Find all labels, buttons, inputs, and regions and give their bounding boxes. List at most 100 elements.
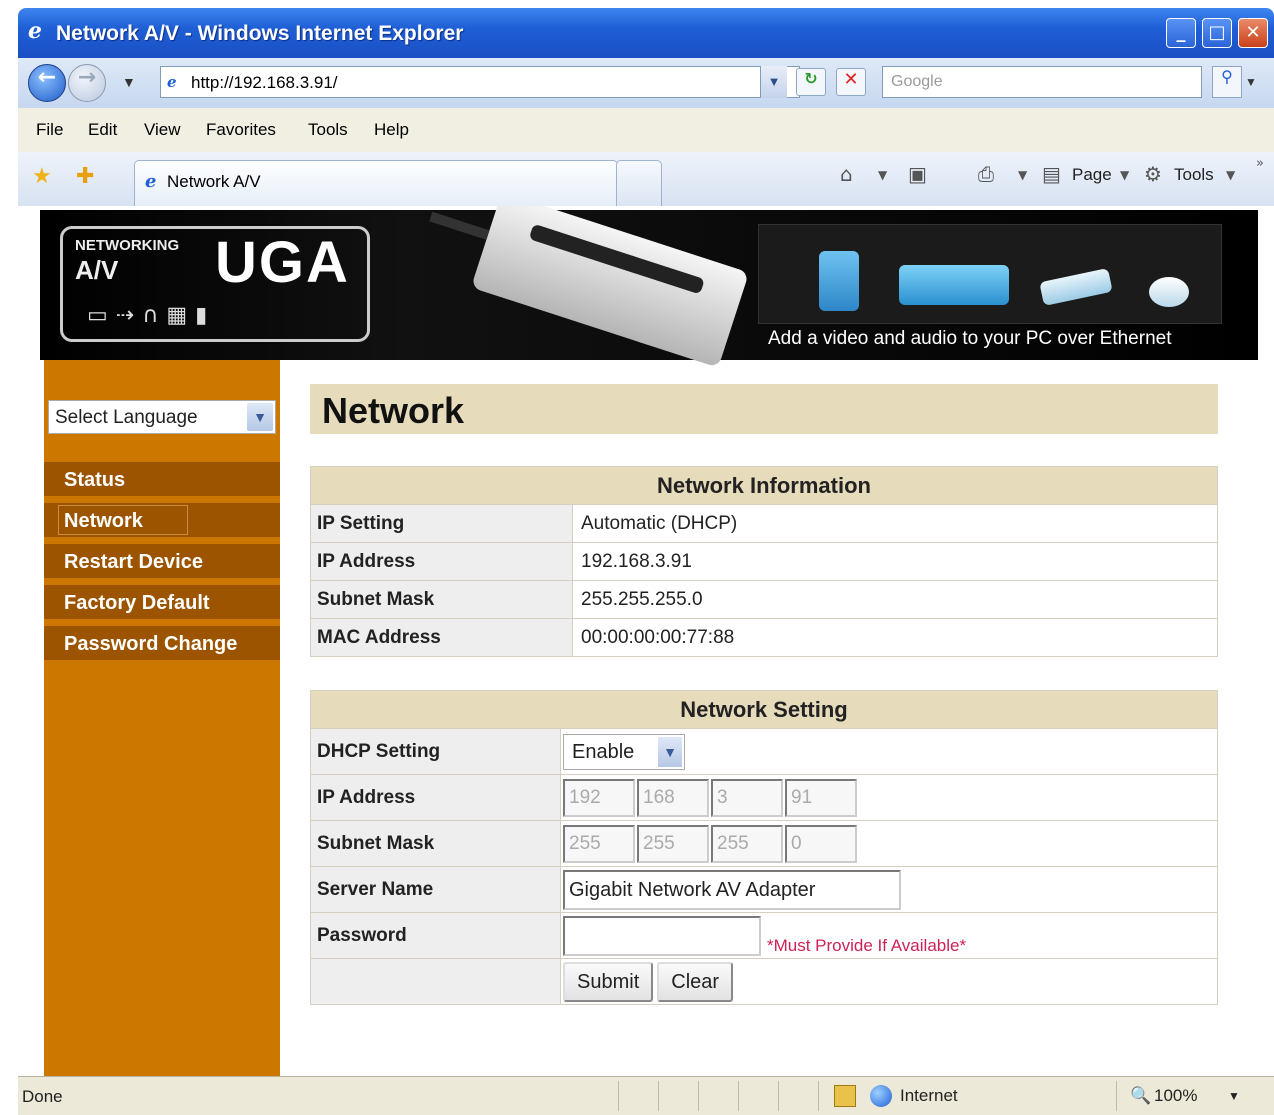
- sidebar-item-restart-device[interactable]: Restart Device: [44, 542, 280, 578]
- favorites-star-icon[interactable]: ★: [32, 164, 52, 189]
- zoom-icon: 🔍: [1130, 1086, 1152, 1105]
- print-icon[interactable]: ⎙: [978, 162, 994, 186]
- network-information-table: Network Information IP Setting Automatic…: [310, 466, 1218, 657]
- sidebar-item-password-change[interactable]: Password Change: [44, 624, 280, 660]
- logo-av-text: A/V: [75, 255, 119, 285]
- close-button[interactable]: ✕: [1238, 18, 1268, 48]
- logo-networking-text: NETWORKING: [75, 237, 180, 254]
- search-options-icon[interactable]: ▼: [1244, 66, 1258, 98]
- internet-globe-icon: [870, 1085, 892, 1107]
- mask-octet-2-field[interactable]: 255: [637, 824, 709, 863]
- table-row: MAC Address 00:00:00:00:77:88: [310, 618, 1218, 657]
- menu-tools[interactable]: Tools: [308, 120, 348, 140]
- speakers-icon: [899, 265, 1009, 305]
- print-dropdown-icon[interactable]: ▼: [1018, 168, 1027, 182]
- search-icon[interactable]: ⚲: [1212, 66, 1242, 98]
- ip-octet-2-field[interactable]: 168: [637, 778, 709, 817]
- menu-view[interactable]: View: [144, 120, 181, 140]
- page-title-bar: Network: [310, 384, 1218, 434]
- stop-icon[interactable]: ✕: [836, 68, 866, 96]
- status-text: Done: [22, 1087, 63, 1106]
- home-dropdown-icon[interactable]: ▼: [878, 168, 887, 182]
- window-title-bar[interactable]: e Network A/V - Windows Internet Explore…: [18, 8, 1274, 58]
- page-dropdown-icon[interactable]: ▼: [1120, 168, 1129, 182]
- sidebar-item-label: Network: [64, 510, 143, 532]
- subnet-mask-label: Subnet Mask: [310, 820, 561, 867]
- toolbar-overflow-icon[interactable]: »: [1256, 156, 1264, 171]
- keyboard-icon: [1039, 267, 1113, 307]
- sidebar: Select Language ▼ Status Network Restart…: [44, 360, 280, 1076]
- menu-help[interactable]: Help: [374, 120, 409, 140]
- sidebar-item-factory-default[interactable]: Factory Default: [44, 583, 280, 619]
- server-name-field[interactable]: Gigabit Network AV Adapter: [563, 869, 901, 910]
- ip-octet-3-field[interactable]: 3: [711, 778, 783, 817]
- menu-file[interactable]: File: [36, 120, 63, 140]
- password-required-note: *Must Provide If Available*: [767, 935, 967, 955]
- dhcp-setting-select[interactable]: Enable ▼: [563, 733, 685, 770]
- server-name-label: Server Name: [310, 866, 561, 913]
- back-button[interactable]: ←: [28, 64, 66, 102]
- password-label: Password: [310, 912, 561, 959]
- password-field[interactable]: [563, 915, 761, 956]
- address-toolbar: ← → ▼ e http://192.168.3.91/ ▼ ↻ ✕ Googl…: [18, 58, 1274, 108]
- address-bar[interactable]: e http://192.168.3.91/: [160, 66, 800, 98]
- security-zone[interactable]: Internet: [900, 1086, 958, 1106]
- sidebar-item-status[interactable]: Status: [44, 460, 280, 496]
- networking-av-uga-logo: NETWORKING A/V UGA ▭⇢∩▦▮: [60, 226, 370, 342]
- submit-button[interactable]: Submit: [563, 961, 654, 1002]
- language-select[interactable]: Select Language ▼: [48, 400, 276, 434]
- sidebar-item-label: Password Change: [64, 633, 238, 655]
- sidebar-item-label: Status: [64, 469, 126, 491]
- zoom-level[interactable]: 100%: [1154, 1086, 1197, 1106]
- status-bar: Done Internet 🔍 100% ▼: [18, 1076, 1274, 1115]
- menu-edit[interactable]: Edit: [88, 120, 117, 140]
- monitor-icon: [819, 251, 859, 311]
- mask-octet-1-field[interactable]: 255: [563, 824, 635, 863]
- sidebar-item-network[interactable]: Network: [44, 501, 280, 537]
- banner-tagline: Add a video and audio to your PC over Et…: [768, 328, 1172, 349]
- tools-dropdown-icon[interactable]: ▼: [1226, 168, 1235, 182]
- dhcp-setting-label: DHCP Setting: [310, 728, 561, 775]
- row-label: IP Address: [310, 542, 573, 581]
- tab-label: Network A/V: [167, 172, 261, 191]
- port-icons: ▭⇢∩▦▮: [87, 303, 216, 328]
- page-menu[interactable]: Page: [1072, 165, 1112, 185]
- history-dropdown-icon[interactable]: ▼: [122, 74, 136, 90]
- refresh-icon[interactable]: ↻: [796, 68, 826, 96]
- tools-menu-icon: ⚙: [1144, 162, 1162, 186]
- network-setting-header: Network Setting: [310, 690, 1218, 729]
- language-select-value: Select Language: [55, 407, 198, 428]
- row-label: MAC Address: [310, 618, 573, 657]
- table-row: Subnet Mask 255 255 255 0: [310, 820, 1218, 867]
- internet-explorer-icon: e: [28, 18, 42, 44]
- table-row: Server Name Gigabit Network AV Adapter: [310, 866, 1218, 913]
- chevron-down-icon[interactable]: ▼: [658, 736, 682, 767]
- zoom-dropdown-icon[interactable]: ▼: [1228, 1089, 1240, 1103]
- ip-address-label: IP Address: [310, 774, 561, 821]
- home-icon[interactable]: ⌂: [840, 162, 853, 186]
- ip-octet-4-field[interactable]: 91: [785, 778, 857, 817]
- tab-network-av[interactable]: e Network A/V: [134, 160, 618, 206]
- page-icon: e: [167, 73, 177, 91]
- mask-octet-3-field[interactable]: 255: [711, 824, 783, 863]
- menu-favorites[interactable]: Favorites: [206, 120, 276, 140]
- forward-button[interactable]: →: [68, 64, 106, 102]
- menu-bar: File Edit View Favorites Tools Help: [18, 108, 1274, 153]
- tools-menu[interactable]: Tools: [1174, 165, 1214, 185]
- mask-octet-4-field[interactable]: 0: [785, 824, 857, 863]
- ip-octet-1-field[interactable]: 192: [563, 778, 635, 817]
- clear-button[interactable]: Clear: [657, 961, 734, 1002]
- add-favorite-icon[interactable]: ✚: [76, 164, 94, 189]
- peripherals-image: [758, 224, 1222, 324]
- chevron-down-icon[interactable]: ▼: [247, 403, 273, 431]
- maximize-button[interactable]: □: [1202, 18, 1232, 48]
- new-tab-button[interactable]: [616, 160, 662, 206]
- protected-mode-icon: [834, 1085, 856, 1107]
- window-title: Network A/V - Windows Internet Explorer: [56, 22, 464, 45]
- tab-ie-icon: e: [145, 171, 157, 192]
- page-title: Network: [322, 390, 465, 431]
- address-dropdown-icon[interactable]: ▼: [760, 66, 787, 98]
- search-input[interactable]: Google: [882, 66, 1202, 98]
- minimize-button[interactable]: _: [1166, 18, 1196, 48]
- feeds-icon[interactable]: ▣: [908, 162, 927, 186]
